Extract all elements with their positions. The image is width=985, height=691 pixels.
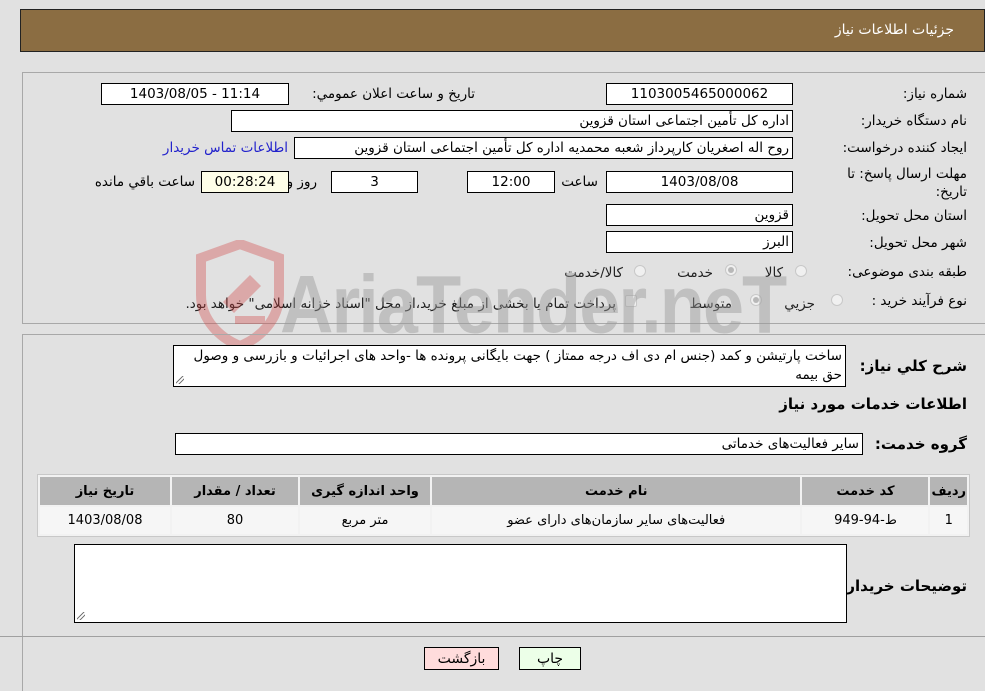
page-header: جزئيات اطلاعات نياز [20, 9, 985, 52]
col-header-unit: واحد اندازه گيری [300, 477, 430, 505]
cell-quantity: 80 [172, 507, 298, 534]
print-button[interactable]: چاپ [519, 647, 581, 670]
time-remaining-field: 00:28:24 [201, 171, 289, 193]
back-button[interactable]: بازگشت [424, 647, 499, 670]
service-group-field[interactable]: ساير فعاليت‌های خدماتی [175, 433, 863, 455]
description-textarea[interactable]: ساخت پارتیشن و کمد (جنس ام دی اف درجه مم… [173, 345, 846, 387]
col-header-service-code: کد خدمت [802, 477, 929, 505]
page-title: جزئيات اطلاعات نياز [834, 22, 954, 38]
deadline-time-field[interactable]: 12:00 [467, 171, 555, 193]
city-label: شهر محل تحويل: [869, 235, 967, 251]
deadline-date-field[interactable]: 1403/08/08 [606, 171, 793, 193]
time-remaining-label: ساعت باقي مانده [94, 174, 195, 190]
description-label: شرح کلي نياز: [859, 357, 967, 375]
days-label: روز و [286, 174, 317, 190]
buyer-notes-label: توضيحات خريدار: [840, 577, 967, 595]
col-header-quantity: تعداد / مقدار [172, 477, 298, 505]
requester-field[interactable]: روح اله اصغریان کارپرداز شعبه محمدیه ادا… [294, 137, 793, 159]
service-group-label: گروه خدمت: [874, 435, 967, 453]
process-minor-radio[interactable] [831, 294, 843, 306]
city-field[interactable]: البرز [606, 231, 793, 253]
deadline-time-label: ساعت [561, 174, 598, 190]
resize-grip-icon[interactable] [176, 376, 184, 384]
services-heading: اطلاعات خدمات مورد نياز [779, 395, 967, 413]
table-header-row: رديف کد خدمت نام خدمت واحد اندازه گيری ت… [40, 477, 967, 505]
requester-label: ايجاد کننده درخواست: [842, 140, 967, 156]
category-goods-service-radio[interactable] [634, 265, 646, 277]
footer-divider [0, 636, 985, 637]
col-header-need-date: تاريخ نياز [40, 477, 170, 505]
cell-unit: متر مربع [300, 507, 430, 534]
province-field[interactable]: قزوين [606, 204, 793, 226]
announce-label: تاريخ و ساعت اعلان عمومي: [312, 86, 475, 102]
process-label: نوع فرآيند خريد : [871, 293, 967, 309]
category-service-radio[interactable] [725, 264, 737, 276]
col-header-row-number: رديف [930, 477, 967, 505]
resize-grip-icon[interactable] [77, 612, 85, 620]
deadline-label: مهلت ارسال پاسخ: تا تاريخ: [847, 166, 967, 200]
buyer-contact-link[interactable]: اطلاعات تماس خريدار [163, 140, 288, 156]
province-label: استان محل تحويل: [861, 208, 967, 224]
category-goods-label: کالا [764, 265, 783, 281]
category-goods-radio[interactable] [795, 265, 807, 277]
cell-row-number: 1 [930, 507, 967, 534]
announce-datetime-field[interactable]: 1403/08/05 - 11:14 [101, 83, 289, 105]
cell-need-date: 1403/08/08 [40, 507, 170, 534]
need-number-label: شماره نياز: [902, 86, 967, 102]
buyer-org-field[interactable]: اداره کل تأمین اجتماعی استان قزوین [231, 110, 793, 132]
col-header-service-name: نام خدمت [432, 477, 801, 505]
announce-datetime-value: 1403/08/05 - 11:14 [129, 86, 261, 102]
table-row: 1 ط-94-949 فعاليت‌های ساير سازمان‌های دا… [40, 507, 967, 534]
category-label: طبقه بندی موضوعی: [847, 264, 967, 280]
category-service-label: خدمت [677, 265, 713, 281]
days-remaining-field[interactable]: 3 [331, 171, 418, 193]
services-table: رديف کد خدمت نام خدمت واحد اندازه گيری ت… [37, 474, 970, 537]
process-medium-label: متوسط [689, 296, 732, 312]
description-text: ساخت پارتیشن و کمد (جنس ام دی اف درجه مم… [193, 348, 842, 383]
category-goods-service-label: کالا/خدمت [564, 265, 623, 281]
treasury-note: پرداخت تمام يا بخشی از مبلغ خريد،از محل … [185, 296, 616, 312]
need-number-field[interactable]: 1103005465000062 [606, 83, 793, 105]
buyer-notes-textarea[interactable] [74, 544, 847, 623]
buyer-org-label: نام دستگاه خريدار: [860, 113, 967, 129]
process-medium-radio[interactable] [750, 294, 762, 306]
process-minor-label: جزيي [784, 296, 815, 312]
cell-service-name: فعاليت‌های ساير سازمان‌های دارای عضو [432, 507, 801, 534]
cell-service-code: ط-94-949 [802, 507, 929, 534]
treasury-checkbox[interactable] [625, 295, 637, 307]
